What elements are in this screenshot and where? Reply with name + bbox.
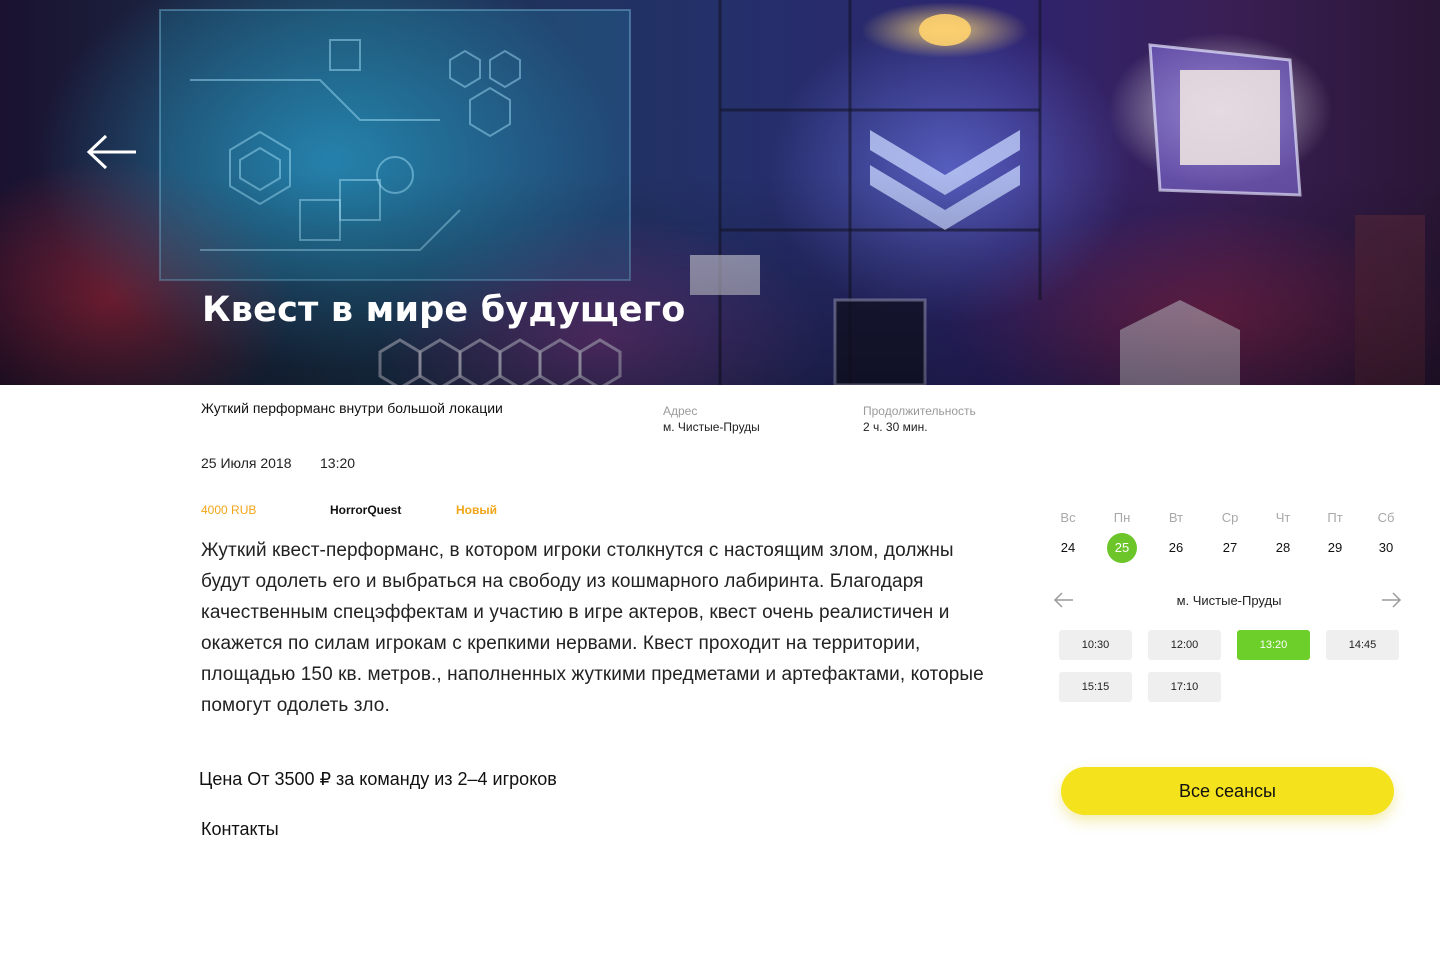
weekday-label: Пн (1113, 510, 1131, 525)
event-date: 25 Июля 2018 (201, 455, 292, 471)
price-line: Цена От 3500 ₽ за команду из 2–4 игроков (199, 769, 557, 789)
new-badge: Новый (456, 503, 497, 517)
page-title: Квест в мире будущего (202, 290, 686, 330)
arrow-left-icon (1053, 592, 1073, 608)
duration-label: Продолжительность (863, 404, 976, 418)
weekday-label: Вс (1060, 510, 1076, 525)
calendar-day[interactable]: 29 (1320, 533, 1350, 563)
address-label: Адрес (663, 404, 698, 418)
calendar-day[interactable]: 27 (1215, 533, 1245, 563)
weekday-label: Ср (1221, 510, 1239, 525)
time-slot-selected[interactable]: 13:20 (1237, 630, 1310, 660)
hero-banner: Квест в мире будущего (0, 0, 1440, 385)
weekday-label: Вт (1168, 510, 1184, 525)
time-slot[interactable]: 17:10 (1148, 672, 1221, 702)
all-sessions-button[interactable]: Все сеансы (1061, 767, 1394, 815)
next-location-button[interactable] (1380, 591, 1402, 609)
contacts-link[interactable]: Контакты (201, 819, 279, 840)
prev-location-button[interactable] (1053, 591, 1075, 609)
time-slot[interactable]: 10:30 (1059, 630, 1132, 660)
quest-description: Жуткий квест-перформанс, в котором игрок… (201, 540, 984, 716)
calendar-day-selected[interactable]: 25 (1107, 533, 1137, 563)
weekday-label: Сб (1377, 510, 1395, 525)
calendar-day[interactable]: 24 (1053, 533, 1083, 563)
back-button[interactable] (84, 130, 140, 174)
organizer-name[interactable]: HorrorQuest (330, 503, 401, 517)
time-slot[interactable]: 12:00 (1148, 630, 1221, 660)
weekday-label: Чт (1275, 510, 1291, 525)
time-slot[interactable]: 14:45 (1326, 630, 1399, 660)
duration-value: 2 ч. 30 мин. (863, 420, 928, 434)
price-tag: 4000 RUB (201, 503, 257, 517)
event-time: 13:20 (320, 455, 356, 471)
arrow-right-icon (1382, 592, 1402, 608)
calendar-day[interactable]: 26 (1161, 533, 1191, 563)
calendar-day[interactable]: 30 (1371, 533, 1401, 563)
calendar-day[interactable]: 28 (1268, 533, 1298, 563)
quest-subtitle: Жуткий перформанс внутри большой локации (201, 400, 503, 416)
location-label: м. Чистые-Пруды (1176, 593, 1282, 608)
address-value: м. Чистые-Пруды (663, 420, 760, 434)
weekday-label: Пт (1327, 510, 1343, 525)
arrow-left-icon (86, 134, 136, 170)
time-slot[interactable]: 15:15 (1059, 672, 1132, 702)
